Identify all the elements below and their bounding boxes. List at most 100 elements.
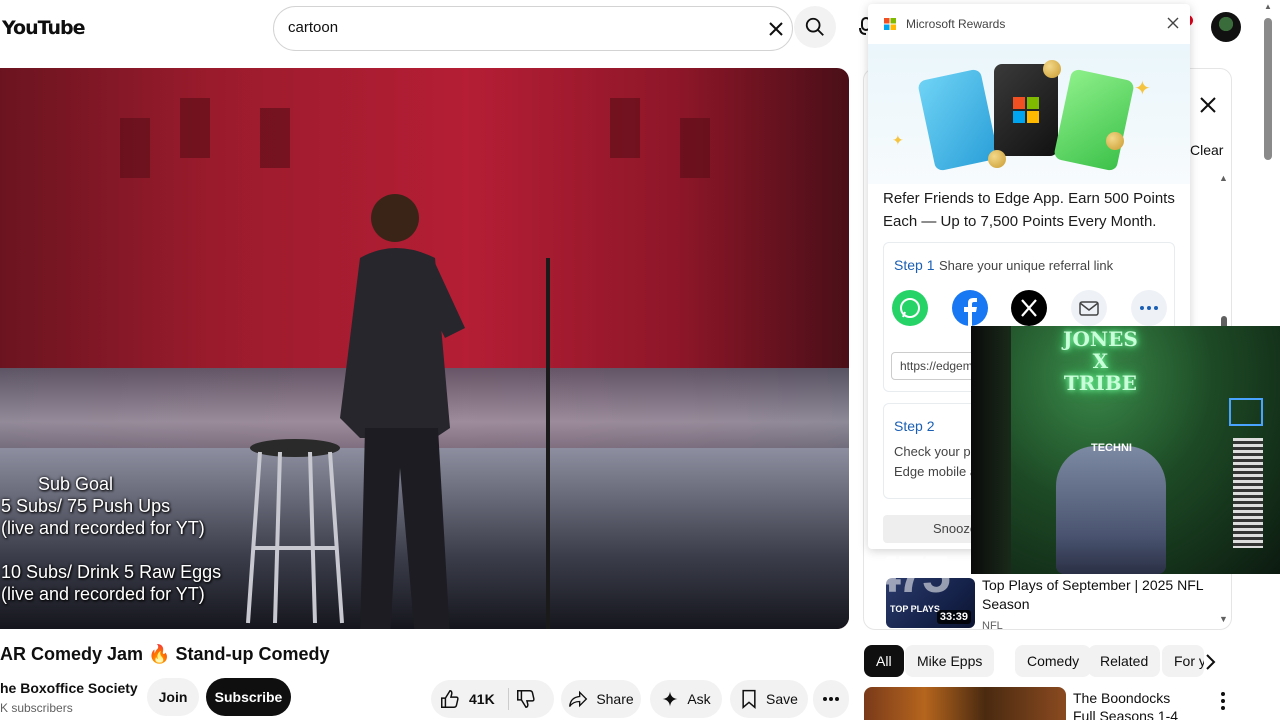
coin-graphic [1043, 60, 1061, 78]
sparkle-icon [662, 691, 678, 707]
share-button[interactable]: Share [561, 680, 641, 718]
search-input[interactable] [288, 19, 728, 36]
neon-sign: JONES X TRIBE [1063, 327, 1138, 395]
rewards-title: Microsoft Rewards [906, 17, 1006, 31]
webcam-wall-strip [971, 326, 1011, 574]
stage-window [120, 118, 150, 178]
step2-label: Step 2 [894, 418, 935, 434]
sub-goal-1-note: (live and recorded for YT) [1, 518, 205, 538]
subscriber-count: K subscribers [0, 701, 73, 715]
more-horizontal-icon [823, 697, 839, 701]
rewards-hero-image: ✦ ✦ [868, 44, 1190, 184]
thumbs-down-icon [517, 690, 535, 708]
step2-desc-line1: Check your pr [894, 444, 975, 459]
video-title-text-2: Stand-up Comedy [175, 644, 330, 664]
more-vertical-icon[interactable] [1213, 690, 1233, 712]
step1-label: Step 1 [894, 257, 935, 273]
whatsapp-icon[interactable] [892, 290, 928, 326]
search-icon [805, 17, 824, 36]
save-label: Save [766, 691, 798, 707]
more-share-icon[interactable] [1131, 290, 1167, 326]
join-button[interactable]: Join [147, 678, 199, 716]
microsoft-gift-card [994, 64, 1058, 156]
avatar[interactable] [1211, 12, 1241, 42]
suggestion-title[interactable]: Top Plays of September | 2025 NFL Season [982, 576, 1212, 614]
clear-search-icon[interactable] [764, 17, 788, 41]
referral-link-field[interactable]: https://edgem [891, 352, 981, 380]
video-title-text: AR Comedy Jam [0, 644, 144, 664]
youtube-logo[interactable]: YouTube [2, 17, 85, 39]
rewards-headline: Refer Friends to Edge App. Earn 500 Poin… [883, 190, 1175, 230]
recommended-title[interactable]: The Boondocks Full Seasons 1-4 Full [1073, 689, 1193, 720]
mic-stand-graphic [546, 258, 550, 629]
gaming-chair-graphic [1056, 446, 1166, 574]
screen: YouTube cartoon Sub Goal 5 Subs/ 75 Push… [0, 0, 1280, 720]
thumbs-up-icon [441, 690, 459, 708]
more-actions-button[interactable] [813, 680, 849, 718]
video-player[interactable]: Sub Goal 5 Subs/ 75 Push Ups (live and r… [0, 68, 849, 629]
close-panel-icon[interactable] [1198, 95, 1218, 115]
like-divider [508, 688, 509, 710]
sub-goal-2: 10 Subs/ Drink 5 Raw Eggs [1, 562, 222, 582]
x-glyph [1021, 299, 1037, 317]
dislike-button[interactable] [515, 688, 537, 715]
background-overlay-number: 475 [872, 546, 951, 604]
sparkle-icon: ✦ [892, 132, 904, 148]
wall-frame-graphic [1229, 398, 1263, 426]
more-glyph [1140, 306, 1158, 310]
thumbnail-caption: TOP PLAYS [890, 604, 940, 614]
video-title: AR Comedy Jam 🔥 Stand-up Comedy [0, 644, 330, 665]
stage-window [180, 98, 210, 158]
page-scrollbar-thumb[interactable] [1264, 18, 1272, 160]
windows-logo-icon [1013, 97, 1039, 123]
panel-scroll-up-icon[interactable]: ▲ [1219, 173, 1228, 183]
chip-related[interactable]: Related [1088, 645, 1161, 677]
stage-window [260, 108, 290, 168]
stage-window [610, 98, 640, 158]
chip-comedy[interactable]: Comedy [1015, 645, 1092, 677]
step1-desc: Share your unique referral link [938, 258, 1114, 273]
stage-window [680, 118, 710, 178]
email-icon[interactable] [1071, 290, 1107, 326]
webcam-overlay: JONES X TRIBE TECHNI [971, 326, 1280, 574]
like-dislike-group: 41K [431, 680, 554, 718]
sub-goal-title: Sub Goal [38, 474, 114, 494]
recommended-thumbnail[interactable] [864, 687, 1066, 720]
chip-all[interactable]: All [864, 645, 904, 677]
clear-button[interactable]: Clear [1190, 142, 1223, 158]
subscribe-button[interactable]: Subscribe [206, 678, 291, 716]
panel-scroll-down-icon[interactable]: ▼ [1219, 614, 1228, 624]
x-icon[interactable] [1011, 290, 1047, 326]
coin-graphic [988, 150, 1006, 168]
chevron-right-icon[interactable] [1198, 650, 1222, 674]
ask-button[interactable]: Ask [650, 680, 722, 718]
whatsapp-glyph [900, 298, 920, 318]
close-icon[interactable] [1166, 16, 1180, 30]
chip-mike-epps[interactable]: Mike Epps [905, 645, 995, 677]
coffee-gift-card [917, 68, 999, 172]
search-box[interactable] [273, 6, 793, 51]
sub-goal-1: 5 Subs/ 75 Push Ups [1, 496, 171, 516]
like-count: 41K [469, 691, 495, 707]
video-duration: 33:39 [936, 610, 971, 624]
flag-graphic [1233, 438, 1263, 548]
facebook-glyph [964, 298, 977, 326]
sub-goal-2-note: (live and recorded for YT) [1, 584, 205, 604]
performer-graphic [340, 194, 465, 629]
page-scroll-up-icon[interactable]: ▲ [1264, 2, 1272, 11]
like-button[interactable]: 41K [439, 680, 495, 718]
sparkle-icon: ✦ [1134, 78, 1151, 100]
share-icon [569, 690, 588, 708]
save-button[interactable]: Save [730, 680, 808, 718]
xbox-gift-card [1053, 68, 1135, 172]
mail-glyph [1079, 301, 1099, 316]
coin-graphic [1106, 132, 1124, 150]
microsoft-logo-icon [884, 18, 896, 30]
channel-name[interactable]: he Boxoffice Society [0, 680, 138, 696]
bookmark-icon [742, 689, 756, 709]
facebook-icon[interactable] [952, 290, 988, 326]
share-label: Share [596, 691, 634, 707]
search-button[interactable] [794, 6, 836, 48]
ask-label: Ask [687, 691, 711, 707]
suggestion-channel: NFL [982, 620, 1003, 632]
